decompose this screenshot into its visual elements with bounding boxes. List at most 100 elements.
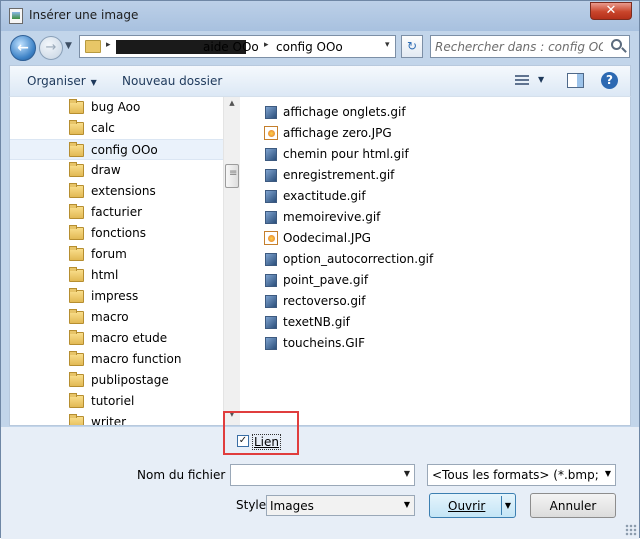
file-item[interactable]: option_autocorrection.gif bbox=[261, 249, 561, 270]
link-label[interactable]: Lien bbox=[252, 434, 282, 450]
scroll-up-icon[interactable]: ▲ bbox=[224, 99, 240, 113]
scroll-thumb[interactable] bbox=[225, 164, 239, 188]
folder-icon bbox=[69, 372, 84, 387]
tree-item[interactable]: impress bbox=[10, 286, 223, 307]
tree-item[interactable]: tutoriel bbox=[10, 391, 223, 412]
tree-item[interactable]: extensions bbox=[10, 181, 223, 202]
file-item[interactable]: affichage zero.JPG bbox=[261, 123, 561, 144]
file-item[interactable]: chemin pour html.gif bbox=[261, 144, 561, 165]
tree-item[interactable]: draw bbox=[10, 160, 223, 181]
style-select[interactable]: Images ▼ bbox=[266, 495, 415, 516]
file-name: texetNB.gif bbox=[283, 315, 350, 329]
link-checkbox[interactable]: ✓ bbox=[237, 435, 249, 447]
back-arrow-icon[interactable]: ← bbox=[10, 35, 36, 61]
folder-icon bbox=[69, 120, 84, 135]
tree-scrollbar[interactable]: ▲ ▼ bbox=[223, 97, 240, 425]
file-type-select[interactable]: <Tous les formats> (*.bmp;*.dxf;*.emf) ▼ bbox=[427, 464, 616, 486]
refresh-icon[interactable]: ↻ bbox=[401, 35, 423, 58]
file-item[interactable]: Oodecimal.JPG bbox=[261, 228, 561, 249]
gif-file-icon bbox=[265, 274, 277, 287]
gif-file-icon bbox=[265, 295, 277, 308]
file-name: enregistrement.gif bbox=[283, 168, 395, 182]
tree-item-label: macro function bbox=[91, 352, 182, 366]
file-name: chemin pour html.gif bbox=[283, 147, 409, 161]
tree-item-label: fonctions bbox=[91, 226, 147, 240]
chevron-right-icon[interactable]: ▸ bbox=[106, 40, 111, 50]
file-name: point_pave.gif bbox=[283, 273, 369, 287]
tree-item[interactable]: macro etude bbox=[10, 328, 223, 349]
tree-item[interactable]: config OOo bbox=[10, 139, 223, 160]
tree-item[interactable]: bug Aoo bbox=[10, 97, 223, 118]
breadcrumb-item-aide-ooo[interactable]: aide OOo bbox=[203, 40, 259, 54]
chevron-down-icon[interactable]: ▼ bbox=[501, 496, 514, 515]
close-button[interactable]: ✕ bbox=[590, 2, 632, 20]
tree-item[interactable]: html bbox=[10, 265, 223, 286]
folder-icon bbox=[69, 99, 84, 114]
chevron-down-icon[interactable]: ▾ bbox=[385, 40, 390, 50]
history-dropdown-icon[interactable]: ▼ bbox=[65, 41, 72, 51]
tree-item[interactable]: macro function bbox=[10, 349, 223, 370]
file-item[interactable]: texetNB.gif bbox=[261, 312, 561, 333]
folder-icon bbox=[69, 225, 84, 240]
chevron-down-icon[interactable]: ▼ bbox=[538, 75, 544, 84]
chevron-down-icon[interactable]: ▼ bbox=[605, 469, 611, 478]
image-icon bbox=[9, 8, 23, 24]
folder-icon bbox=[69, 204, 84, 219]
file-item[interactable]: exactitude.gif bbox=[261, 186, 561, 207]
file-item[interactable]: affichage onglets.gif bbox=[261, 102, 561, 123]
folder-icon bbox=[69, 393, 84, 408]
tree-item[interactable]: facturier bbox=[10, 202, 223, 223]
breadcrumb-item-config-ooo[interactable]: config OOo bbox=[276, 40, 343, 54]
tree-item[interactable]: publipostage bbox=[10, 370, 223, 391]
tree-item[interactable]: calc bbox=[10, 118, 223, 139]
search-icon[interactable] bbox=[611, 39, 622, 50]
file-name: exactitude.gif bbox=[283, 189, 366, 203]
tree-item-label: writer bbox=[91, 415, 127, 425]
new-folder-button[interactable]: Nouveau dossier bbox=[122, 74, 222, 88]
style-value: Images bbox=[270, 499, 314, 513]
tree-item-label: publipostage bbox=[91, 373, 169, 387]
open-label: Ouvrir bbox=[448, 499, 486, 513]
gif-file-icon bbox=[265, 106, 277, 119]
file-item[interactable]: toucheins.GIF bbox=[261, 333, 561, 354]
chevron-right-icon[interactable]: ▸ bbox=[264, 40, 269, 50]
gif-file-icon bbox=[265, 316, 277, 329]
forward-arrow-icon[interactable]: → bbox=[39, 36, 63, 60]
tree-item[interactable]: macro bbox=[10, 307, 223, 328]
open-button[interactable]: Ouvrir ▼ bbox=[429, 493, 516, 518]
search-box[interactable] bbox=[430, 35, 630, 58]
folder-tree: bug Aoo calc config OOo draw extensions factu… bbox=[10, 97, 223, 425]
folder-icon bbox=[69, 162, 84, 177]
chevron-down-icon[interactable]: ▼ bbox=[404, 469, 410, 478]
view-options-icon[interactable] bbox=[515, 75, 529, 87]
cancel-button[interactable]: Annuler bbox=[530, 493, 616, 518]
file-name: Oodecimal.JPG bbox=[283, 231, 371, 245]
file-item[interactable]: rectoverso.gif bbox=[261, 291, 561, 312]
file-item[interactable]: point_pave.gif bbox=[261, 270, 561, 291]
filename-field[interactable]: ▼ bbox=[230, 464, 415, 486]
file-item[interactable]: enregistrement.gif bbox=[261, 165, 561, 186]
chevron-down-icon[interactable]: ▼ bbox=[404, 500, 410, 509]
organise-label: Organiser bbox=[27, 74, 86, 88]
breadcrumb[interactable]: ▸ aide OOo ▸ config OOo ▾ bbox=[79, 35, 396, 58]
tree-item-label: tutoriel bbox=[91, 394, 135, 408]
tree-item[interactable]: fonctions bbox=[10, 223, 223, 244]
insert-image-dialog: Insérer une image ✕ ← → ▼ ▸ aide OOo ▸ c… bbox=[0, 0, 640, 539]
gif-file-icon bbox=[265, 211, 277, 224]
tree-item[interactable]: forum bbox=[10, 244, 223, 265]
folder-icon bbox=[69, 183, 84, 198]
folder-icon bbox=[69, 288, 84, 303]
browser-area: bug Aoo calc config OOo draw extensions factu… bbox=[9, 96, 631, 426]
file-item[interactable]: memoirevive.gif bbox=[261, 207, 561, 228]
tree-item-label: bug Aoo bbox=[91, 100, 141, 114]
preview-pane-icon[interactable] bbox=[567, 73, 584, 88]
folder-icon bbox=[85, 40, 101, 53]
jpg-file-icon bbox=[264, 126, 278, 140]
resize-grip[interactable] bbox=[625, 524, 637, 536]
search-input[interactable] bbox=[435, 39, 603, 54]
organise-button[interactable]: Organiser ▼ bbox=[27, 74, 97, 88]
help-icon[interactable]: ? bbox=[601, 72, 618, 89]
tree-item-label: calc bbox=[91, 121, 115, 135]
folder-icon bbox=[69, 267, 84, 282]
tree-item[interactable]: writer bbox=[10, 412, 223, 425]
